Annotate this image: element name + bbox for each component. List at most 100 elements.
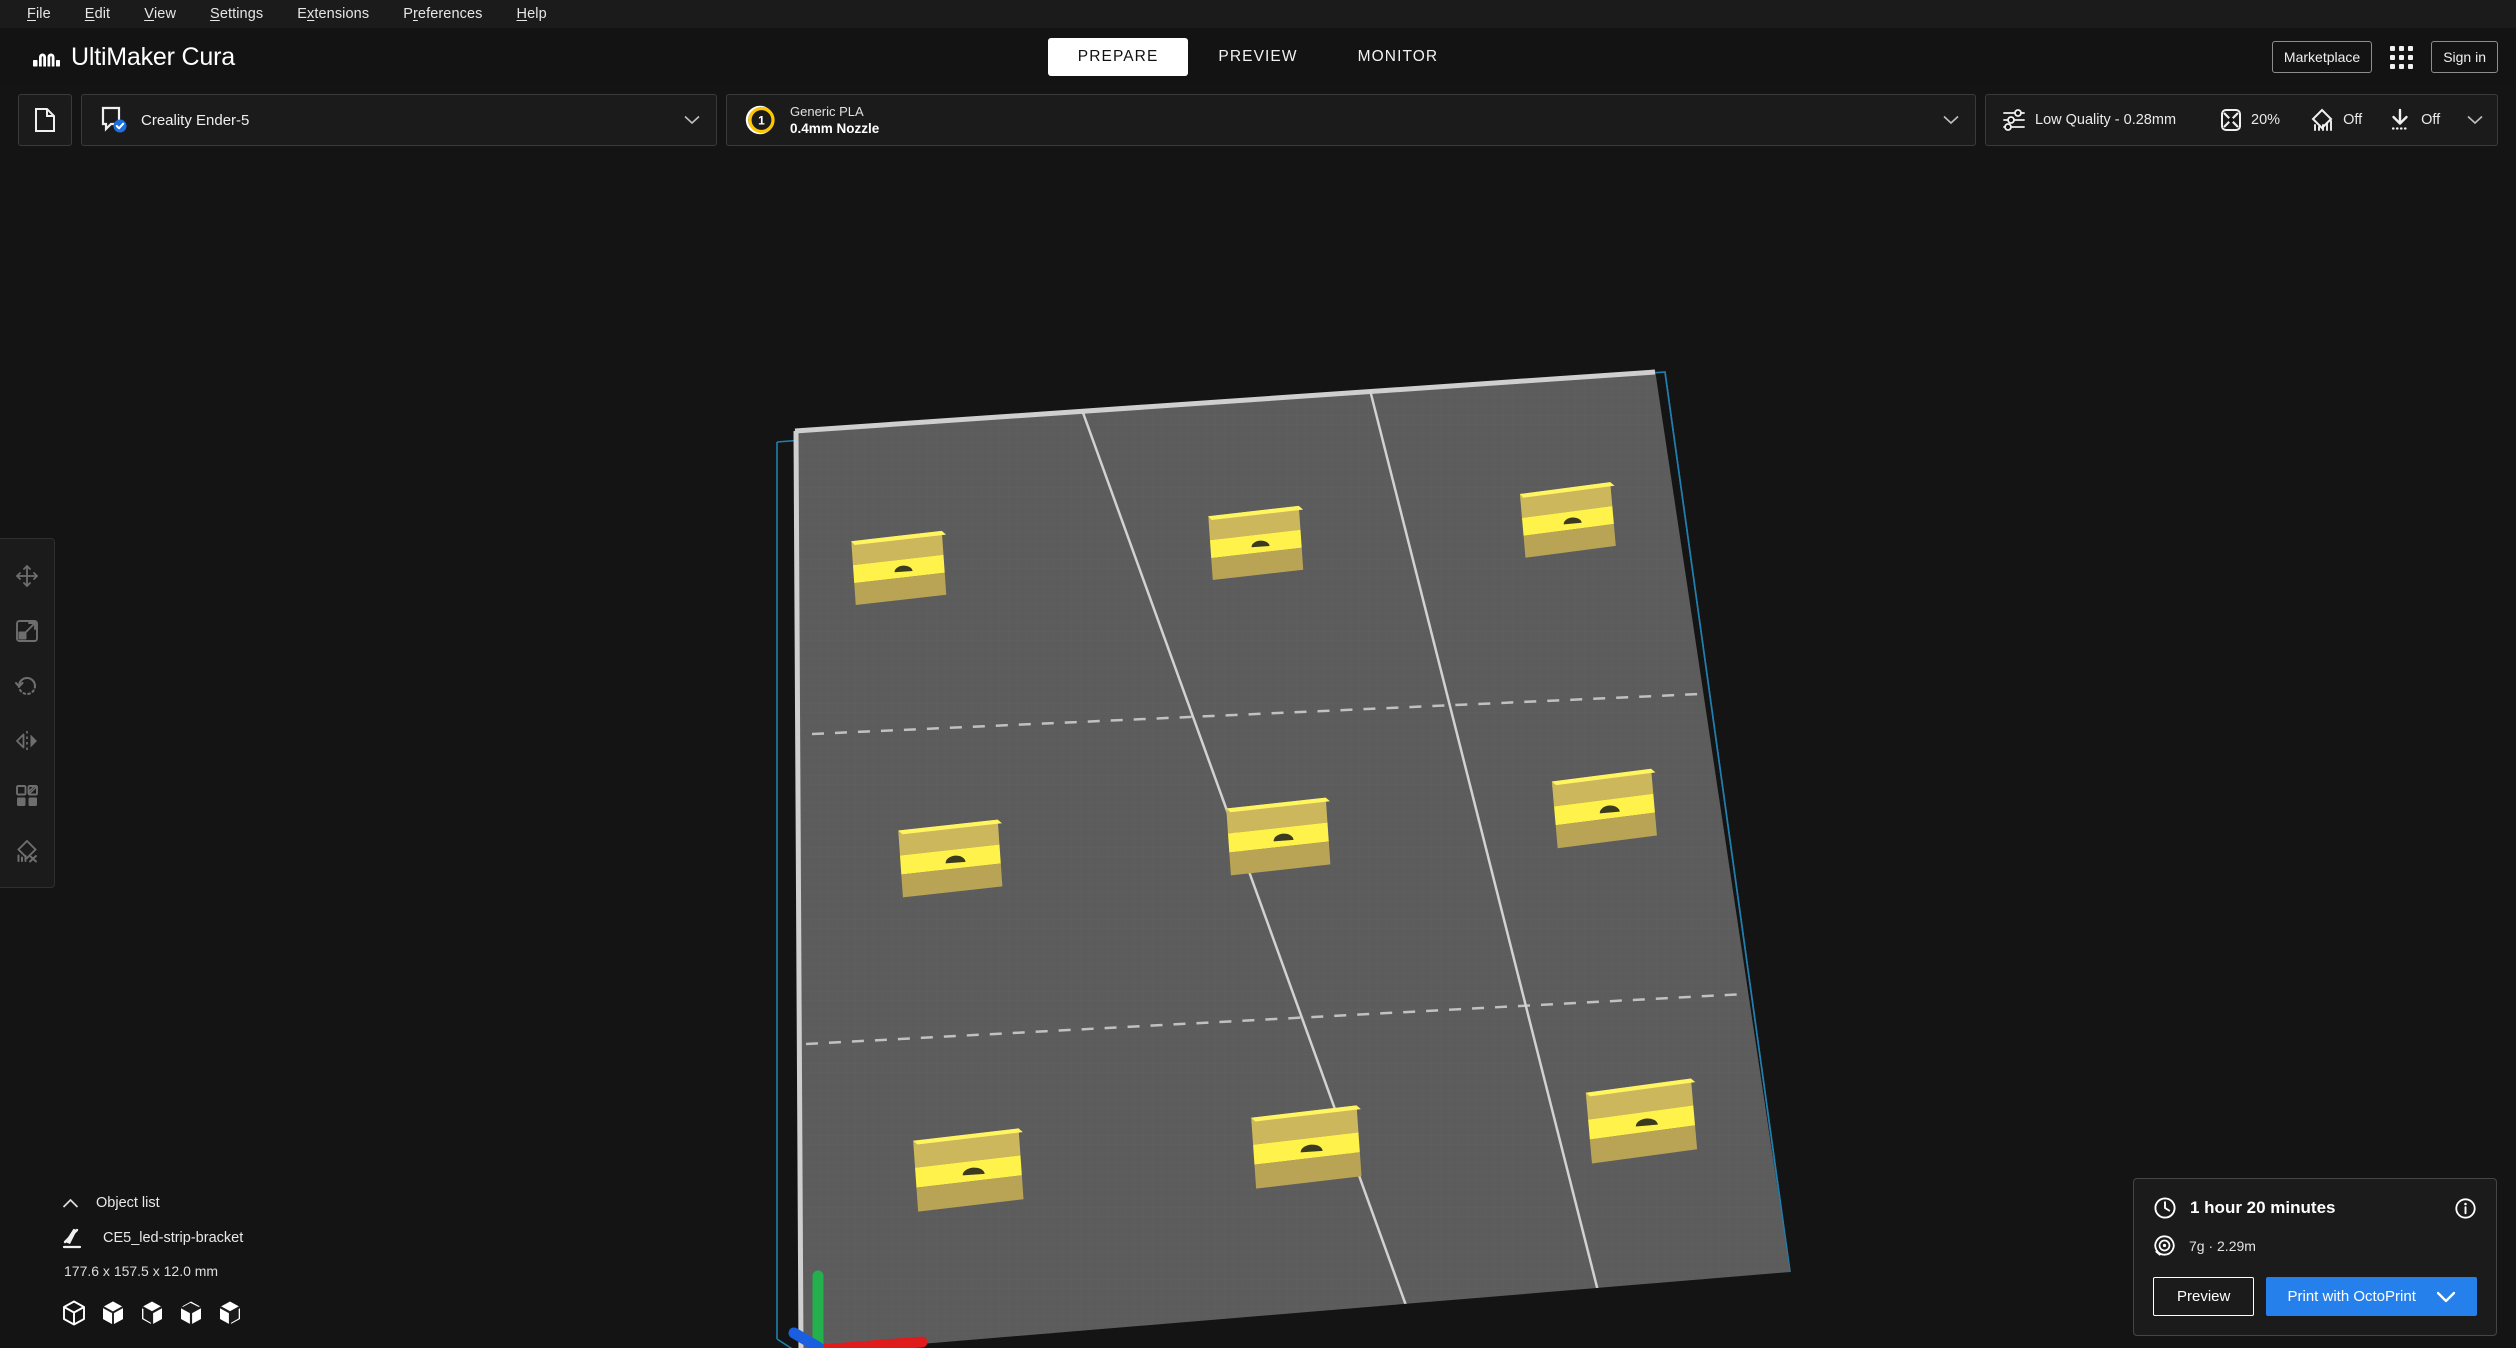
print-info-panel: 1 hour 20 minutes 7g · 2.29m Preview Pri… [2133,1178,2497,1336]
marketplace-button[interactable]: Marketplace [2271,41,2373,73]
model-instance[interactable] [1519,482,1621,558]
print-time-row: 1 hour 20 minutes [2153,1196,2477,1220]
per-model-settings-tool[interactable] [0,768,55,823]
move-tool[interactable] [0,548,55,603]
menu-bar: File Edit View Settings Ex tensions Pr efe… [0,0,2516,28]
model-instance[interactable] [1551,768,1661,849]
print-actions: Preview Print with OctoPrint [2153,1277,2477,1316]
tab-monitor[interactable]: MONITOR [1328,38,1469,76]
menu-view-key: V [144,6,154,22]
menu-view-post: iew [153,6,177,22]
menu-settings-post: ettings [219,6,264,22]
print-with-octoprint-button[interactable]: Print with OctoPrint [2266,1277,2477,1316]
model-instance[interactable] [1208,505,1308,581]
menu-extensions-pre: E [297,6,308,22]
clock-icon [2154,1197,2176,1219]
menu-help-post: elp [527,6,547,22]
adhesion-group: Off [2388,108,2440,132]
infill-group: 20% [2220,108,2280,132]
printer-connected-icon [101,106,127,133]
menu-preferences-pre: P [403,6,413,22]
rotate-tool[interactable] [0,658,55,713]
menu-preferences[interactable]: Pr eferences [386,0,499,28]
object-dimensions: 177.6 x 157.5 x 12.0 mm [64,1263,219,1279]
model-instance[interactable] [851,530,951,606]
tab-preview[interactable]: PREVIEW [1188,38,1327,76]
infill-icon [2221,109,2242,131]
menu-view[interactable]: View [127,0,193,28]
menu-preferences-post: eferences [417,6,483,22]
rotate-icon [14,676,37,695]
view-left[interactable] [179,1300,203,1326]
menu-file[interactable]: File [10,0,68,28]
open-file-button[interactable] [18,94,72,146]
model-instance[interactable] [1585,1078,1701,1164]
configuration-bar: Creality Ender-5 1 Generic PLA 0.4mm Noz… [0,86,2516,154]
preview-button[interactable]: Preview [2153,1277,2255,1316]
object-list-title: Object list [96,1195,160,1211]
quality-profile-value: Low Quality - 0.28mm [2035,112,2177,128]
mesh-type-icon [62,1228,82,1249]
print-button-label: Print with OctoPrint [2287,1288,2416,1305]
spool-icon [2154,1235,2175,1256]
view-top[interactable] [140,1300,164,1326]
scale-tool[interactable] [0,603,55,658]
app-title: UltiMaker Cura [71,42,235,71]
ultimaker-logo-icon [33,53,60,67]
menu-extensions-post: tensions [314,6,370,22]
object-list-item[interactable]: CE5_led-strip-bracket [62,1227,392,1249]
view-buttons [62,1300,392,1326]
3d-viewport[interactable] [0,154,2516,1348]
tab-prepare[interactable]: PREPARE [1047,38,1189,76]
grid-apps-icon[interactable] [2386,42,2417,73]
model-instance[interactable] [898,819,1007,898]
menu-extensions-key: x [307,6,315,22]
cura-window: File Edit View Settings Ex tensions Pr efe… [0,0,2516,1348]
material-usage-row: 7g · 2.29m [2153,1234,2477,1257]
object-list-header[interactable]: Object list [62,1195,392,1211]
view-front[interactable] [101,1300,125,1326]
menu-extensions[interactable]: Ex tensions [280,0,386,28]
object-list-panel: Object list CE5_led-strip-bracket 177.6 … [62,1195,392,1326]
header-actions: Marketplace Sign in [2271,28,2498,86]
print-time-value: 1 hour 20 minutes [2190,1198,2336,1217]
menu-edit-post: dit [94,6,111,22]
printer-selector[interactable]: Creality Ender-5 [81,94,717,146]
menu-help[interactable]: Help [500,0,564,28]
chevron-down-icon [1943,115,1959,125]
menu-settings-key: S [210,6,220,22]
mirror-icon [16,730,37,751]
chevron-down-icon [684,115,700,125]
per-model-settings-icon [16,784,38,806]
support-blocker-tool[interactable] [0,823,55,878]
chevron-up-icon [62,1198,79,1208]
stage-tabs: PREPARE PREVIEW MONITOR [0,28,2516,86]
printer-name: Creality Ender-5 [141,111,250,129]
mirror-tool[interactable] [0,713,55,768]
material-name: Generic PLA [790,104,864,119]
extruder-number: 1 [758,114,765,128]
material-selector[interactable]: 1 Generic PLA 0.4mm Nozzle [726,94,1976,146]
menu-edit[interactable]: Edit [68,0,127,28]
sign-in-button[interactable]: Sign in [2431,41,2498,73]
support-value: Off [2343,112,2363,128]
model-instance[interactable] [1226,797,1335,876]
model-instance[interactable] [1251,1105,1366,1189]
print-time: 1 hour 20 minutes [2153,1196,2335,1220]
view-right[interactable] [218,1300,242,1326]
menu-file-post: ile [35,6,51,22]
info-circle-icon[interactable] [2454,1197,2477,1220]
move-icon [16,564,38,587]
view-3d[interactable] [62,1300,86,1326]
chevron-down-icon [2436,1291,2456,1302]
application-header: UltiMaker Cura PREPARE PREVIEW MONITOR M… [0,28,2516,86]
menu-settings[interactable]: Settings [193,0,280,28]
tool-panel [0,538,55,888]
open-folder-icon [35,108,55,132]
support-icon [2311,108,2333,131]
material-text: Generic PLA 0.4mm Nozzle [790,104,1928,136]
build-scene [776,369,1791,1348]
print-settings-selector[interactable]: Low Quality - 0.28mm 20% Off Off [1985,94,2498,146]
brand: UltiMaker Cura [33,43,235,72]
model-instance[interactable] [913,1128,1028,1212]
